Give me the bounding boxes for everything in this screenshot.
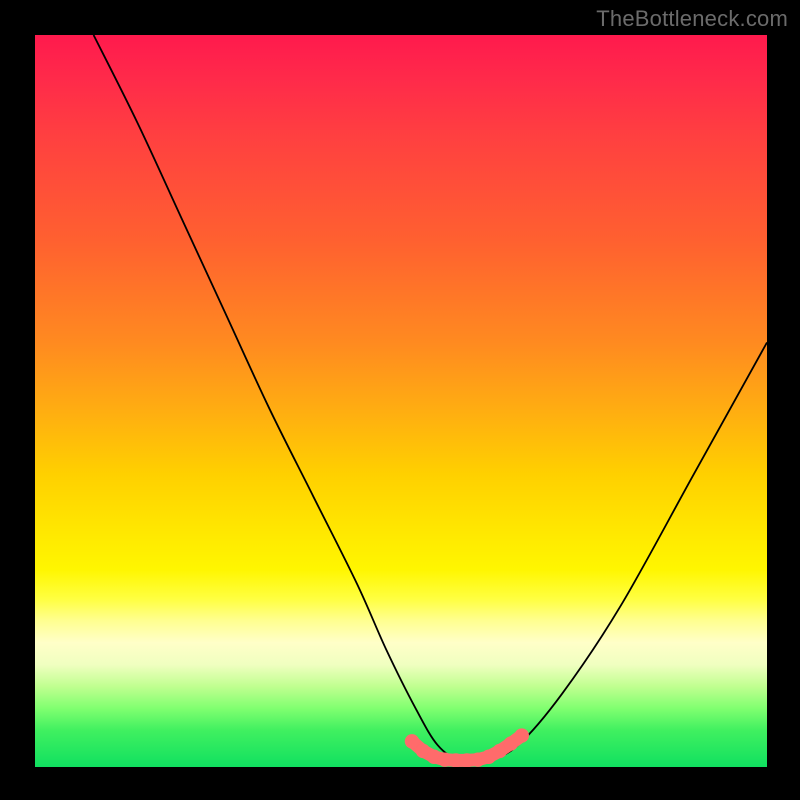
bottom-marker-series: [405, 728, 529, 767]
bottom-marker-dot: [405, 734, 419, 748]
watermark-text: TheBottleneck.com: [596, 6, 788, 32]
bottom-marker-dot: [515, 728, 529, 742]
main-curve: [94, 35, 767, 762]
chart-svg: [35, 35, 767, 767]
chart-plot-area: [35, 35, 767, 767]
